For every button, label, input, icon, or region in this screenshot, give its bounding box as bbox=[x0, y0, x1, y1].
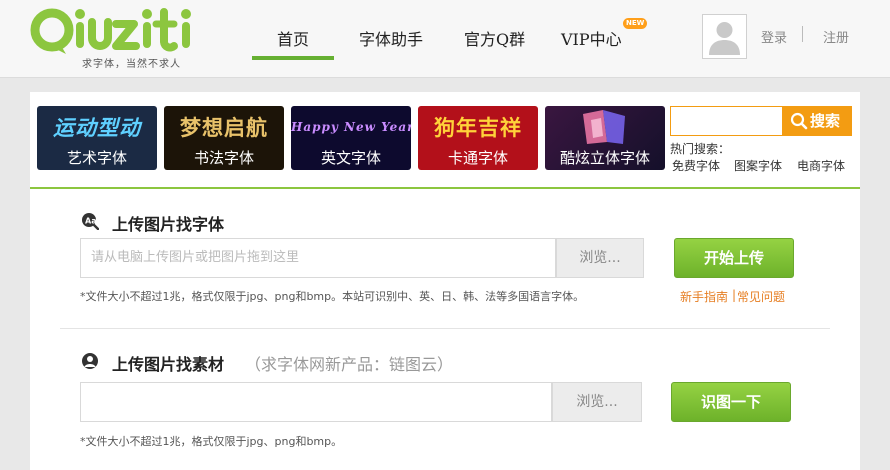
logo-wordmark-graphic bbox=[30, 8, 191, 54]
section-divider bbox=[30, 187, 860, 189]
logo-slogan: 求字体，当然不求人 bbox=[82, 59, 181, 70]
tile-label: 英文字体 bbox=[320, 149, 381, 167]
font-search-icon: Aa bbox=[82, 213, 99, 230]
search-button-label: 搜索 bbox=[810, 112, 841, 130]
category-tile-3d[interactable]: 酷炫立体字体 bbox=[545, 106, 665, 170]
register-link[interactable]: 注册 bbox=[823, 27, 849, 46]
tile-label: 书法字体 bbox=[193, 149, 254, 167]
header-divider bbox=[802, 26, 803, 42]
main-panel: 运动型动 艺术字体 梦想启航 书法字体 Happy New Year 英文字体 … bbox=[30, 92, 860, 470]
category-tile-art[interactable]: 运动型动 艺术字体 bbox=[37, 106, 157, 170]
nav-item-official-qq-group[interactable]: 官方Q群 bbox=[464, 26, 525, 50]
login-link[interactable]: 登录 bbox=[761, 27, 787, 46]
category-tile-english[interactable]: Happy New Year 英文字体 bbox=[291, 106, 411, 170]
beginner-guide-link[interactable]: 新手指南 bbox=[680, 288, 728, 305]
material-upload-title: 上传图片找素材 bbox=[112, 355, 225, 374]
tile-art-text: 梦想启航 bbox=[180, 115, 268, 140]
section-divider bbox=[60, 328, 830, 329]
site-header: 求字体，当然不求人 首页 字体助手 官方Q群 VIP中心 NEW 登录 注册 bbox=[0, 0, 890, 78]
search-icon bbox=[790, 112, 808, 130]
nav-item-font-assistant[interactable]: 字体助手 bbox=[359, 26, 423, 50]
hot-search-link[interactable]: 电商字体 bbox=[797, 157, 845, 174]
hot-search-link[interactable]: 图案字体 bbox=[734, 157, 782, 174]
search-input[interactable] bbox=[670, 106, 782, 136]
faq-link[interactable]: 常见问题 bbox=[737, 288, 785, 305]
material-search-icon bbox=[82, 353, 98, 369]
image-recognize-button[interactable]: 识图一下 bbox=[671, 382, 791, 422]
start-upload-button[interactable]: 开始上传 bbox=[674, 238, 794, 278]
tile-art-text: 运动型动 bbox=[53, 115, 141, 140]
nav-item-vip-center[interactable]: VIP中心 bbox=[561, 26, 622, 50]
font-browse-button[interactable]: 浏览... bbox=[556, 238, 644, 278]
font-image-drop-field[interactable]: 请从电脑上传图片或把图片拖到这里 bbox=[80, 238, 556, 278]
tile-label: 酷炫立体字体 bbox=[559, 149, 650, 167]
help-link-separator: | bbox=[732, 288, 737, 302]
new-badge: NEW bbox=[623, 18, 648, 29]
user-avatar-icon[interactable] bbox=[702, 14, 747, 59]
hot-search-link[interactable]: 免费字体 bbox=[672, 157, 720, 174]
font-upload-note: *文件大小不超过1兆，格式仅限于jpg、png和bmp。本站可识别中、英、日、韩… bbox=[80, 290, 585, 303]
tile-label: 艺术字体 bbox=[66, 149, 127, 167]
svg-text:Aa: Aa bbox=[85, 217, 97, 226]
tile-3d-art-graphic bbox=[583, 110, 625, 144]
tile-art-text: Happy New Year bbox=[291, 120, 411, 134]
tile-label: 卡通字体 bbox=[447, 149, 508, 167]
category-tile-cartoon[interactable]: 狗年吉祥 卡通字体 bbox=[418, 106, 538, 170]
material-upload-note: *文件大小不超过1兆，格式仅限于jpg、png和bmp。 bbox=[80, 435, 343, 448]
search-button[interactable]: 搜索 bbox=[782, 106, 852, 136]
category-tile-calligraphy[interactable]: 梦想启航 书法字体 bbox=[164, 106, 284, 170]
tile-art-text: 狗年吉祥 bbox=[434, 115, 522, 140]
material-browse-button[interactable]: 浏览... bbox=[552, 382, 642, 422]
material-image-drop-field[interactable] bbox=[80, 382, 552, 422]
site-logo[interactable]: 求字体，当然不求人 bbox=[30, 6, 205, 70]
nav-item-home[interactable]: 首页 bbox=[251, 26, 335, 60]
font-upload-title: 上传图片找字体 bbox=[112, 215, 225, 234]
material-upload-subtitle: （求字体网新产品：链图云） bbox=[245, 355, 454, 374]
hot-search-label: 热门搜索： bbox=[670, 142, 731, 156]
